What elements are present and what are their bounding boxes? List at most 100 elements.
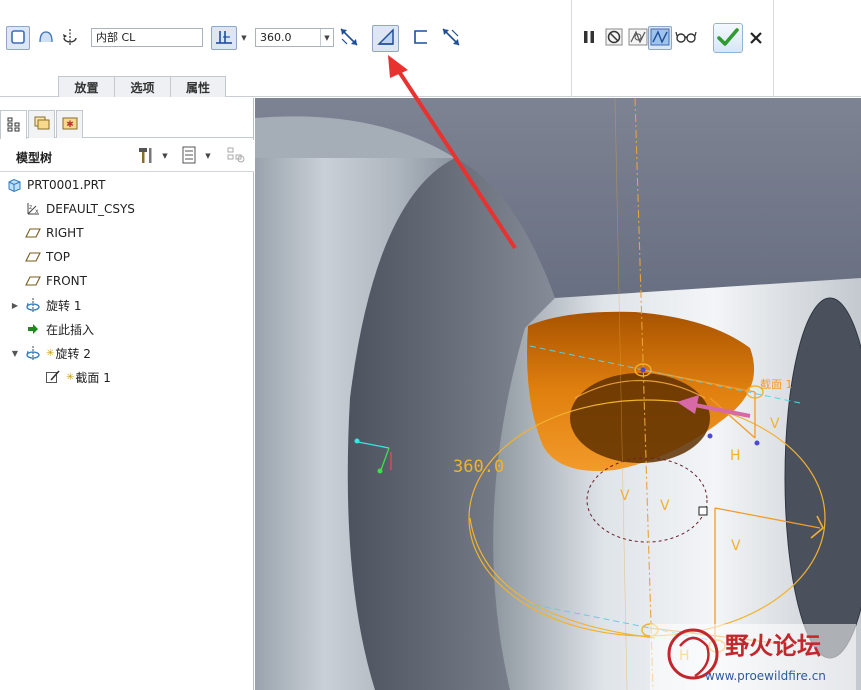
revolve-icon (25, 297, 41, 313)
datum-plane-icon (25, 273, 41, 289)
tree-filter-button[interactable] (224, 144, 248, 168)
model-tree-title: 模型树 (16, 151, 53, 165)
tree-show-button[interactable] (178, 144, 200, 168)
revolve-feature-window: 内部 CL ▼ 360.0 ▼ 放置 选项 属性 ✱ 模型树 ▼ ▼ PRT00… (0, 0, 861, 690)
sketch-icon (45, 369, 61, 385)
no-preview-button[interactable] (602, 26, 626, 50)
constraint-v-label: V (731, 538, 741, 554)
tab-favorites[interactable]: ✱ (56, 110, 83, 138)
flip-angle-direction-button[interactable] (337, 26, 361, 50)
tab-placement[interactable]: 放置 (58, 76, 115, 97)
part-icon (6, 177, 22, 193)
dashboard-tabs: 放置 选项 属性 (58, 76, 226, 97)
tree-item-front-plane[interactable]: FRONT (25, 270, 87, 292)
new-feature-mark-icon: ✳ (46, 347, 55, 359)
tree-item-label: FRONT (46, 274, 87, 288)
axis-rotate-icon (60, 27, 80, 50)
tab-model-tree[interactable] (0, 110, 27, 139)
flip-material-button[interactable] (439, 26, 463, 50)
pause-button[interactable] (577, 26, 601, 50)
remove-material-button[interactable] (372, 25, 399, 52)
insert-here-arrow-icon (25, 321, 41, 337)
constraint-v-label: V (620, 488, 630, 504)
navigator-panel: ✱ 模型树 ▼ ▼ PRT0001.PRT z x DEFAULT_CSYS R… (0, 98, 254, 690)
new-feature-mark-icon: ✳ (66, 371, 75, 383)
favorites-icon: ✱ (61, 115, 79, 134)
tree-settings-dropdown[interactable]: ▼ (159, 144, 171, 168)
tree-item-revolve-1[interactable]: 旋转 1 (25, 294, 81, 316)
tree-item-label: 截面 1 (75, 370, 111, 385)
attached-preview-icon (628, 28, 648, 49)
tab-folder-browser[interactable] (28, 110, 55, 138)
thicken-icon (412, 28, 430, 49)
svg-text:z: z (29, 204, 32, 211)
filter-tree-icon (226, 146, 246, 167)
angle-value: 360.0 (260, 31, 292, 44)
forum-watermark: 野火论坛 www.proewildfire.cn (650, 624, 856, 690)
detached-preview-button[interactable] (648, 26, 672, 50)
cancel-x-icon (749, 31, 763, 48)
attached-preview-button[interactable] (626, 26, 650, 50)
tree-item-label: DEFAULT_CSYS (46, 202, 135, 216)
no-preview-icon (605, 28, 623, 49)
constraint-h-label: H (730, 448, 741, 464)
verify-glasses-icon (675, 30, 697, 47)
tree-item-label: 旋转 1 (46, 298, 82, 313)
watermark-url: www.proewildfire.cn (705, 669, 826, 683)
tree-settings-button[interactable] (135, 144, 157, 168)
thicken-sketch-button[interactable] (409, 26, 433, 50)
navigator-tabs: ✱ (0, 108, 254, 139)
watermark-title: 野火论坛 (725, 632, 821, 660)
model-tree-icon (6, 116, 22, 135)
surface-button[interactable] (34, 26, 58, 50)
revolve-dashboard: 内部 CL ▼ 360.0 ▼ 放置 选项 属性 (0, 0, 861, 97)
datum-plane-icon (25, 249, 41, 265)
pause-icon (581, 29, 597, 48)
tree-item-label: TOP (46, 250, 71, 264)
tree-item-section[interactable]: ✳ 截面 1 (45, 366, 111, 388)
tree-item-label: PRT0001.PRT (27, 178, 106, 192)
tree-item-label: 在此插入 (46, 322, 95, 337)
tree-item-right-plane[interactable]: RIGHT (25, 222, 84, 244)
revolve-icon (25, 345, 41, 361)
tree-item-top-plane[interactable]: TOP (25, 246, 70, 268)
csys-icon: zx (25, 201, 41, 217)
collapse-arrow-icon[interactable]: ▼ (10, 342, 20, 364)
angle-from-sketch-icon (214, 28, 234, 49)
ok-button[interactable] (713, 23, 743, 53)
tab-properties[interactable]: 属性 (170, 76, 226, 97)
expand-arrow-icon[interactable]: ▶ (10, 294, 20, 316)
tree-item-revolve-2[interactable]: ✳ 旋转 2 (25, 342, 91, 364)
tree-item-label: RIGHT (46, 226, 84, 240)
cancel-button[interactable] (744, 27, 768, 51)
verify-button[interactable] (673, 26, 699, 50)
axis-reference-field[interactable]: 内部 CL (91, 28, 203, 47)
angle-type-button[interactable] (211, 26, 237, 50)
svg-text:x: x (35, 208, 39, 215)
constraint-v-label: V (770, 416, 780, 432)
tree-item-csys[interactable]: zx DEFAULT_CSYS (25, 198, 135, 220)
toolbar-separator (571, 0, 572, 97)
tree-item-part[interactable]: PRT0001.PRT (6, 174, 105, 196)
angle-dimension-text[interactable]: 360.0 (453, 457, 504, 477)
surface-icon (37, 28, 55, 49)
flip-material-side-icon (440, 26, 462, 51)
folder-browser-icon (33, 115, 51, 134)
ok-checkmark-icon (717, 27, 739, 50)
constraint-v-label: V (660, 498, 670, 514)
detached-preview-icon (650, 28, 670, 49)
chevron-down-icon: ▼ (320, 29, 333, 46)
graphics-viewport[interactable]: 360.0 截面 1 V H V V V H 野火论坛 www.p (255, 98, 861, 690)
tree-item-insert-here[interactable]: 在此插入 (25, 318, 94, 340)
svg-text:✱: ✱ (66, 120, 74, 130)
remove-material-icon (376, 27, 396, 50)
tab-options[interactable]: 选项 (114, 76, 171, 97)
list-icon (181, 146, 197, 167)
flip-direction-icon (338, 26, 360, 51)
tree-item-label: 旋转 2 (55, 346, 91, 361)
tree-show-dropdown[interactable]: ▼ (202, 144, 214, 168)
angle-value-combo[interactable]: 360.0 ▼ (255, 28, 334, 47)
axis-select-button[interactable] (58, 26, 82, 50)
solid-button[interactable] (6, 26, 30, 50)
angle-type-dropdown[interactable]: ▼ (238, 26, 250, 50)
